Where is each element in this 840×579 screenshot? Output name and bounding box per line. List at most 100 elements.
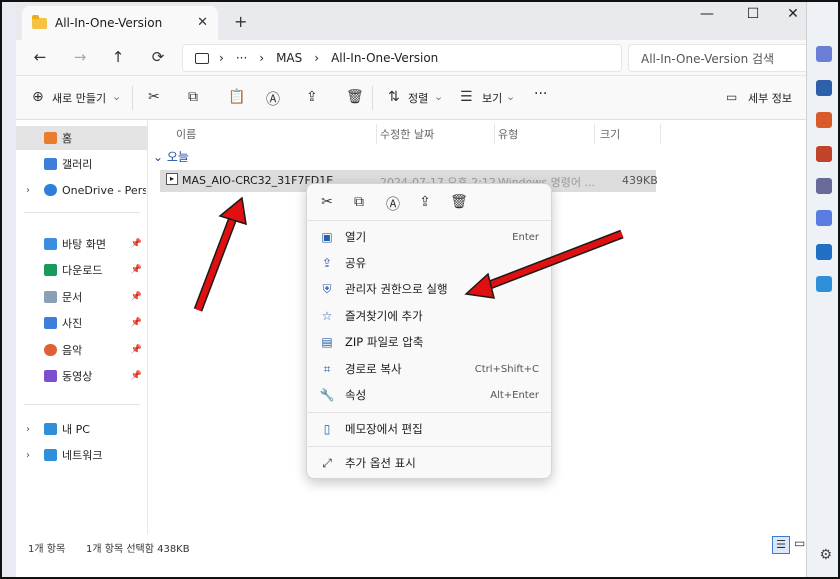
back-button[interactable]: ← (30, 48, 50, 66)
briefcase-icon[interactable] (816, 146, 832, 162)
sidebar-item-videos[interactable]: 동영상 📌 (16, 364, 148, 388)
menu-item-label: 경로로 복사 (345, 362, 402, 376)
pin-icon: 📌 (130, 371, 142, 381)
send-icon[interactable] (816, 276, 832, 292)
details-view-icon[interactable]: ☰ (772, 536, 790, 554)
menu-item-label: 추가 옵션 표시 (345, 456, 416, 470)
tab-all-in-one-version[interactable]: All-In-One-Version ✕ (22, 6, 218, 40)
chevron-right-icon: › (314, 51, 320, 65)
copy-path-icon: ⌗ (323, 361, 331, 376)
gear-icon[interactable]: ⚙ (819, 547, 832, 563)
menu-item-add-favorites[interactable]: ☆ 즐겨찾기에 추가 (313, 303, 547, 329)
rename-icon[interactable]: Ⓐ (383, 194, 403, 214)
up-button[interactable]: ↑ (108, 48, 128, 66)
paste-icon[interactable]: 📋 (228, 89, 245, 105)
pc-icon (44, 423, 57, 435)
view-icon[interactable]: ☰ (460, 89, 473, 105)
app-icon[interactable] (816, 210, 832, 226)
close-window-button[interactable]: ✕ (778, 6, 808, 22)
chess-icon[interactable] (816, 178, 832, 194)
menu-item-run-as-admin[interactable]: ⛨ 관리자 권한으로 실행 (313, 276, 547, 302)
sidebar-item-documents[interactable]: 문서 📌 (16, 285, 148, 309)
column-divider[interactable] (494, 124, 495, 144)
toolbar-divider (372, 86, 373, 110)
download-icon (44, 264, 57, 276)
view-button[interactable]: 보기 (482, 90, 502, 106)
app-icon[interactable] (816, 80, 832, 96)
sidebar-item-gallery[interactable]: 갤러리 (16, 152, 148, 176)
refresh-button[interactable]: ⟳ (148, 48, 168, 66)
sidebar-item-desktop[interactable]: 바탕 화면 📌 (16, 232, 148, 256)
chevron-right-icon[interactable]: › (26, 450, 30, 461)
maximize-button[interactable]: ☐ (738, 6, 768, 22)
tiles-view-icon[interactable]: ▭ (794, 536, 805, 550)
sort-button[interactable]: 정렬 (408, 90, 428, 106)
menu-item-shortcut: Enter (512, 231, 539, 243)
menu-item-label: 속성 (345, 388, 367, 402)
breadcrumb-overflow[interactable]: ··· (236, 51, 247, 65)
sidebar-item-label: 동영상 (62, 370, 93, 383)
details-pane-icon[interactable]: ▭ (726, 90, 737, 104)
sidebar-item-pictures[interactable]: 사진 📌 (16, 311, 148, 335)
breadcrumb-current[interactable]: All-In-One-Version (331, 51, 438, 65)
column-header-size[interactable]: 크기 (600, 126, 620, 142)
sidebar-item-music[interactable]: 음악 📌 (16, 338, 148, 362)
outlook-icon[interactable] (816, 244, 832, 260)
app-icon[interactable] (816, 112, 832, 128)
close-tab-icon[interactable]: ✕ (197, 15, 208, 30)
status-bar: 1개 항목 1개 항목 선택함 438KB ☰ ▭ (16, 534, 810, 577)
sidebar-item-label: 네트워크 (62, 449, 103, 462)
column-headers: 이름 수정한 날짜 유형 크기 (156, 124, 796, 144)
chevron-right-icon[interactable]: › (26, 424, 30, 435)
column-header-type[interactable]: 유형 (498, 126, 518, 142)
menu-item-copy-path[interactable]: ⌗ 경로로 복사 Ctrl+Shift+C (313, 356, 547, 382)
navigation-pane: 홈 갤러리 › OneDrive - Persona 바탕 화면 📌 (16, 120, 148, 534)
menu-item-open[interactable]: ▣ 열기 Enter (313, 224, 547, 250)
column-header-name[interactable]: 이름 (176, 126, 196, 142)
column-divider[interactable] (376, 124, 377, 144)
menu-item-properties[interactable]: 🔧 속성 Alt+Enter (313, 382, 547, 408)
cut-icon[interactable]: ✂ (148, 89, 160, 105)
forward-button[interactable]: → (70, 48, 90, 66)
minimize-button[interactable]: — (692, 6, 722, 22)
context-menu: ✂ ⧉ Ⓐ ⇪ 🗑 ▣ 열기 Enter ⇪ 공유 ⛨ 관리자 권한으로 실행 … (306, 183, 553, 479)
sidebar-item-network[interactable]: › 네트워크 (16, 443, 148, 467)
cut-icon[interactable]: ✂ (317, 194, 337, 210)
breadcrumb-mas[interactable]: MAS (276, 51, 302, 65)
copy-icon[interactable]: ⧉ (188, 89, 198, 105)
sidebar-item-downloads[interactable]: 다운로드 📌 (16, 258, 148, 282)
sort-icon[interactable]: ⇅ (388, 89, 400, 105)
sidebar-item-label: 홈 (62, 132, 73, 145)
rename-icon[interactable]: Ⓐ (266, 89, 280, 109)
delete-icon[interactable]: 🗑 (449, 194, 469, 210)
search-input[interactable]: All-In-One-Version 검색 (628, 44, 810, 72)
menu-item-compress-zip[interactable]: ▤ ZIP 파일로 압축 (313, 329, 547, 355)
sidebar-item-label: 문서 (62, 291, 83, 304)
group-header-today[interactable]: ⌄ 오늘 (153, 148, 189, 165)
share-icon[interactable]: ⇪ (306, 89, 318, 105)
details-button[interactable]: 세부 정보 (748, 90, 792, 106)
copy-icon[interactable]: ⧉ (349, 194, 369, 210)
column-divider[interactable] (660, 124, 661, 144)
chevron-down-icon: ⌄ (112, 90, 122, 103)
app-icon[interactable] (816, 46, 832, 62)
new-tab-button[interactable]: + (234, 12, 247, 31)
sidebar-item-label: 다운로드 (62, 264, 103, 277)
delete-icon[interactable]: 🗑 (346, 89, 364, 105)
menu-item-show-more-options[interactable]: ⤢ 추가 옵션 표시 (313, 450, 547, 476)
column-divider[interactable] (594, 124, 595, 144)
chevron-down-icon: ⌄ (506, 90, 516, 103)
new-button[interactable]: 새로 만들기 (52, 90, 106, 106)
address-bar[interactable]: › ··· › MAS › All-In-One-Version (182, 44, 622, 72)
more-options-button[interactable]: ··· (534, 86, 547, 102)
chevron-right-icon[interactable]: › (26, 185, 30, 196)
toolbar-divider (132, 86, 133, 110)
share-icon[interactable]: ⇪ (415, 194, 435, 210)
new-plus-icon[interactable]: ⊕ (32, 89, 44, 105)
menu-item-edit-notepad[interactable]: ▯ 메모장에서 편집 (313, 416, 547, 442)
sidebar-item-this-pc[interactable]: › 내 PC (16, 417, 148, 441)
column-header-modified[interactable]: 수정한 날짜 (380, 126, 434, 142)
sidebar-item-onedrive[interactable]: › OneDrive - Persona (16, 178, 148, 202)
menu-item-share[interactable]: ⇪ 공유 (313, 250, 547, 276)
sidebar-item-home[interactable]: 홈 (16, 126, 148, 150)
